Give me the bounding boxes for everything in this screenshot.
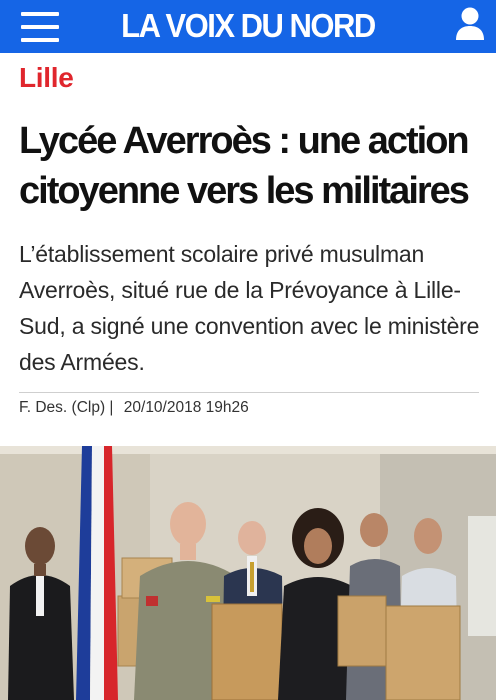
article-lead: L’établissement scolaire privé musulman … [19, 241, 480, 375]
divider [19, 392, 479, 393]
article-byline: F. Des. (Clp) | 20/10/2018 19h26 [19, 396, 479, 417]
user-account-icon[interactable] [454, 6, 486, 42]
article-title: Lycée Averroès : une action citoyenne ve… [19, 120, 470, 212]
french-flag [76, 446, 118, 700]
byline-author: F. Des. (Clp) | [19, 399, 114, 416]
byline-date: 20/10/2018 19h26 [123, 399, 249, 416]
top-navigation-bar: LA VOIX DU NORD [0, 0, 496, 53]
site-logo[interactable]: LA VOIX DU NORD [0, 7, 496, 46]
article-photo[interactable] [0, 446, 496, 700]
section-label[interactable]: Lille [19, 62, 74, 94]
